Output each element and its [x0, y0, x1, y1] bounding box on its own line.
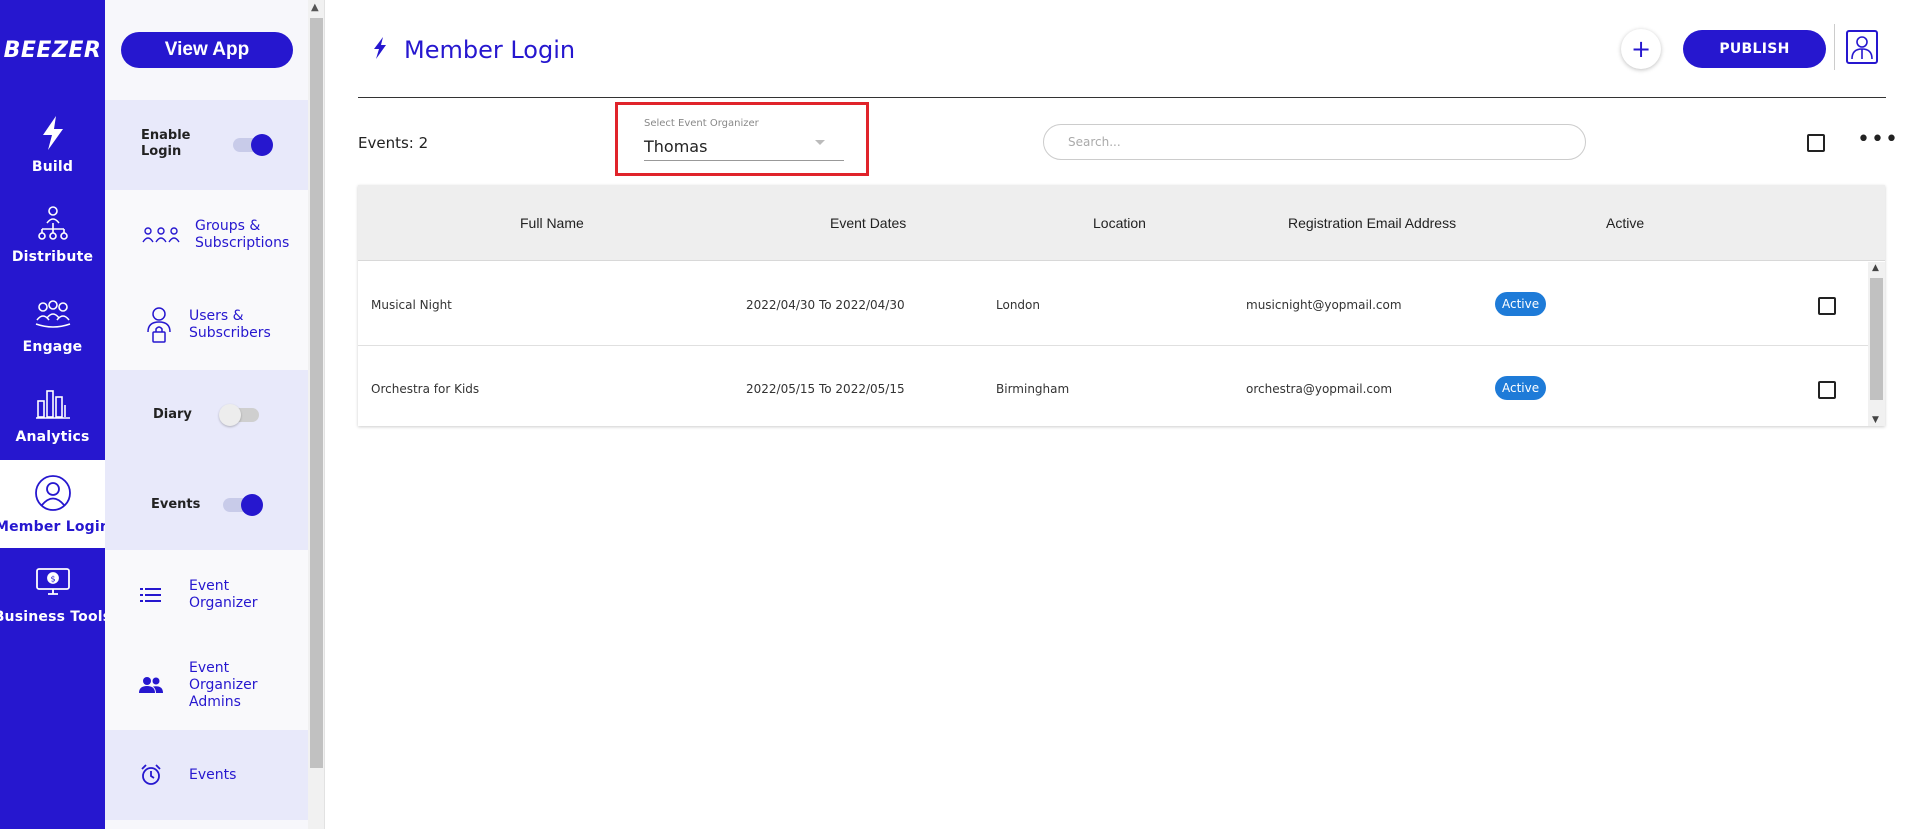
status-badge: Active: [1495, 292, 1547, 316]
select-underline: [644, 160, 844, 161]
view-app-button[interactable]: View App: [121, 32, 293, 68]
row-checkbox[interactable]: [1818, 297, 1836, 315]
more-options-icon[interactable]: •••: [1857, 129, 1899, 151]
groups-icon: [141, 225, 181, 245]
distribute-icon: [33, 203, 73, 243]
page-title: Member Login: [404, 36, 576, 64]
scroll-up-arrow-icon[interactable]: ▲: [311, 2, 319, 13]
column-registration-email: Registration Email Address: [1288, 215, 1457, 231]
row-location: London: [996, 298, 1040, 312]
nav-business-tools-label: Business Tools: [0, 609, 112, 625]
event-organizer-admins-label: Event Organizer Admins: [189, 659, 258, 710]
publish-button[interactable]: PUBLISH: [1683, 30, 1826, 68]
member-login-icon: [33, 473, 73, 513]
events-toggle-row: Events: [105, 460, 308, 550]
groups-label: Groups & Subscriptions: [195, 218, 290, 251]
nav-analytics-label: Analytics: [15, 429, 90, 445]
scroll-down-arrow-icon[interactable]: ▼: [1872, 415, 1879, 425]
column-full-name: Full Name: [520, 215, 584, 231]
search-input[interactable]: [1043, 124, 1586, 160]
enable-login-toggle[interactable]: [233, 134, 273, 156]
column-location: Location: [1093, 215, 1146, 231]
list-icon: [131, 587, 171, 603]
enable-login-row: Enable Login: [105, 100, 308, 190]
diary-row: Diary: [105, 370, 308, 460]
bolt-icon: [33, 113, 73, 153]
row-email: musicnight@yopmail.com: [1246, 298, 1402, 312]
row-name: Orchestra for Kids: [371, 382, 480, 396]
sidebar-item-groups[interactable]: Groups & Subscriptions: [105, 190, 308, 280]
event-organizer-label: Event Organizer: [189, 578, 258, 611]
row-email: orchestra@yopmail.com: [1246, 382, 1393, 396]
add-button[interactable]: +: [1621, 29, 1661, 69]
sidebar-item-users[interactable]: Users & Subscribers: [105, 280, 308, 370]
nav-build-label: Build: [31, 159, 74, 175]
nav-member-login-label: Member Login: [0, 519, 111, 535]
nav-distribute[interactable]: Distribute: [0, 190, 105, 278]
people-icon: [131, 676, 171, 694]
events-count: Events: 2: [358, 134, 429, 152]
diary-label: Diary: [153, 407, 192, 422]
select-all-checkbox[interactable]: [1807, 134, 1825, 152]
sidebar-item-events[interactable]: Events: [105, 730, 308, 820]
row-name: Musical Night: [371, 298, 452, 312]
chevron-down-icon[interactable]: [815, 140, 825, 145]
sidebar-item-event-organizer[interactable]: Event Organizer: [105, 550, 308, 640]
scroll-up-arrow-icon[interactable]: ▲: [1872, 263, 1879, 273]
header-divider: [1834, 24, 1835, 70]
users-label: Users & Subscribers: [189, 308, 271, 341]
business-tools-icon: $: [33, 563, 73, 603]
header-rule: [358, 97, 1886, 98]
table-row[interactable]: Orchestra for Kids 2022/05/15 To 2022/05…: [358, 346, 1868, 430]
enable-login-label: Enable Login: [141, 128, 191, 159]
svg-text:$: $: [50, 575, 55, 584]
sidebar-item-event-organizer-admins[interactable]: Event Organizer Admins: [105, 640, 308, 730]
table-row[interactable]: Musical Night 2022/04/30 To 2022/04/30 L…: [358, 262, 1868, 346]
primary-nav: BEEZER Build Distribute Engage Analytics…: [0, 0, 111, 829]
row-dates: 2022/05/15 To 2022/05/15: [746, 382, 905, 396]
status-badge: Active: [1495, 376, 1547, 400]
row-dates: 2022/04/30 To 2022/04/30: [746, 298, 905, 312]
profile-button[interactable]: [1846, 30, 1878, 64]
nav-analytics[interactable]: Analytics: [0, 370, 105, 458]
events-table: Full Name Event Dates Location Registrat…: [358, 185, 1885, 426]
user-lock-icon: [139, 306, 179, 344]
nav-business-tools[interactable]: $ Business Tools: [0, 550, 111, 638]
event-organizer-select-value[interactable]: Thomas: [644, 137, 707, 156]
analytics-icon: [33, 383, 73, 423]
column-event-dates: Event Dates: [830, 215, 907, 231]
nav-distribute-label: Distribute: [11, 249, 94, 265]
row-checkbox[interactable]: [1818, 381, 1836, 399]
table-header: Full Name Event Dates Location Registrat…: [358, 185, 1885, 261]
table-scrollbar[interactable]: ▲ ▼: [1868, 262, 1885, 426]
nav-engage-label: Engage: [22, 339, 83, 355]
engage-icon: [33, 293, 73, 333]
alarm-clock-icon: [131, 764, 171, 786]
events-label: Events: [189, 766, 237, 783]
profile-icon: [1851, 36, 1873, 60]
events-toggle-label: Events: [151, 497, 201, 512]
diary-toggle[interactable]: [219, 404, 259, 426]
sidebar-scrollbar[interactable]: ▲: [308, 0, 325, 829]
nav-engage[interactable]: Engage: [0, 280, 105, 368]
event-organizer-select-label: Select Event Organizer: [644, 118, 759, 129]
row-location: Birmingham: [996, 382, 1070, 396]
nav-build[interactable]: Build: [0, 100, 105, 188]
sidebar-scrollbar-thumb[interactable]: [310, 18, 323, 768]
secondary-sidebar: View App Enable Login Groups & Subscript…: [105, 0, 308, 829]
title-bolt-icon: [372, 37, 388, 63]
nav-member-login[interactable]: Member Login: [0, 460, 110, 548]
events-toggle[interactable]: [223, 494, 263, 516]
brand-logo: BEEZER: [3, 38, 102, 63]
column-active: Active: [1606, 215, 1645, 231]
table-scrollbar-thumb[interactable]: [1870, 278, 1883, 400]
